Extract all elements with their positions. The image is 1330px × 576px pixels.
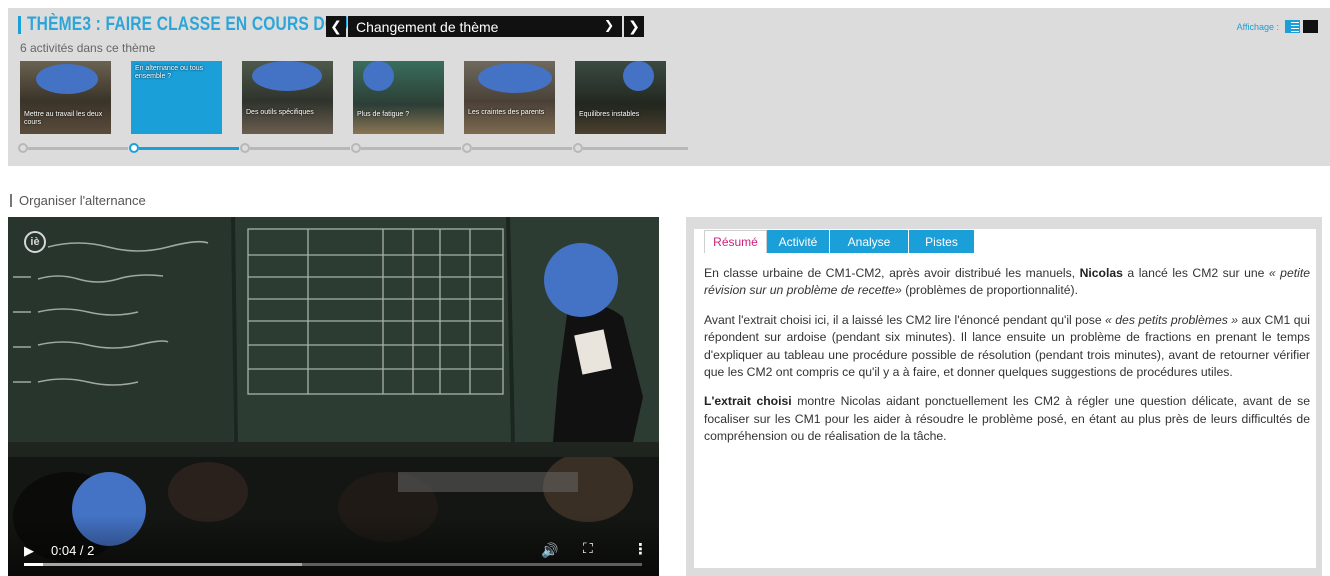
- activity-thumb-3[interactable]: Des outils spécifiques: [242, 61, 333, 134]
- summary-quote: « des petits problèmes »: [1105, 312, 1239, 327]
- teacher-name: Nicolas: [1079, 266, 1123, 280]
- section-title: Organiser l'alternance: [19, 193, 146, 208]
- theme-select[interactable]: Changement de thème ❯: [348, 16, 622, 37]
- progress-segment: [583, 147, 688, 150]
- chevron-right-icon[interactable]: ❯: [624, 16, 644, 37]
- theme-header: THÈME3 : FAIRE CLASSE EN COURS DOUBLE ❮ …: [8, 8, 1330, 166]
- activity-label: Equilibres instables: [579, 111, 640, 118]
- activity-thumbnails: Mettre au travail les deux cours En alte…: [20, 61, 666, 134]
- progress-segment: [472, 147, 572, 150]
- theme-navigation: ❮ Changement de thème ❯ ❯: [326, 16, 644, 37]
- progress-dot[interactable]: [351, 143, 361, 153]
- info-panel-content: Résumé Activité Analyse Pistes En classe…: [694, 229, 1316, 568]
- activity-thumb-2[interactable]: En alternance ou tous ensemble ?: [131, 61, 222, 134]
- summary-text-span: montre Nicolas aidant ponctuellement les…: [704, 394, 1310, 444]
- video-player[interactable]: iè ▶ 0:04 / 2 🔊 ⛶ ⋮: [8, 217, 659, 576]
- more-options-icon[interactable]: ⋮: [633, 540, 648, 558]
- activity-thumb-4[interactable]: Plus de fatigue ?: [353, 61, 444, 134]
- progress-dot-active[interactable]: [129, 143, 139, 153]
- tab-analyse[interactable]: Analyse: [830, 230, 909, 253]
- activity-label: Plus de fatigue ?: [357, 111, 410, 118]
- summary-text-span: a lancé les CM2 sur une: [1122, 266, 1269, 280]
- play-icon[interactable]: ▶: [24, 543, 34, 559]
- summary-text-span: En classe urbaine de CM1-CM2, après avoi…: [704, 266, 1080, 280]
- video-seek-bar[interactable]: [24, 563, 642, 566]
- video-time: 0:04 / 2: [51, 543, 95, 558]
- redaction-blob: [252, 61, 322, 91]
- summary-text-span: (problèmes de proportionnalité).: [901, 283, 1078, 298]
- summary-text: En classe urbaine de CM1-CM2, après avoi…: [704, 265, 1310, 458]
- summary-paragraph-3: L'extrait choisi montre Nicolas aidant p…: [704, 393, 1310, 445]
- progress-segment: [28, 147, 128, 150]
- chevron-down-icon: ❯: [603, 18, 614, 32]
- summary-text-span: Avant l'extrait choisi ici, il a laissé …: [704, 312, 1106, 327]
- theme-select-value: Changement de thème: [356, 18, 499, 35]
- redaction-blob: [36, 64, 98, 94]
- activity-label: Les craintes des parents: [468, 109, 545, 116]
- title-accent-bar: [18, 16, 21, 34]
- summary-paragraph-1: En classe urbaine de CM1-CM2, après avoi…: [704, 265, 1310, 300]
- summary-highlight: L'extrait choisi: [704, 394, 792, 409]
- display-label: Affichage :: [1236, 21, 1279, 32]
- summary-paragraph-2: Avant l'extrait choisi ici, il a laissé …: [704, 312, 1310, 382]
- grid-view-icon[interactable]: [1303, 20, 1318, 33]
- activity-progress-track: [18, 143, 688, 153]
- display-toggle: Affichage :: [1237, 20, 1318, 33]
- progress-dot[interactable]: [462, 143, 472, 153]
- tab-pistes[interactable]: Pistes: [909, 230, 975, 253]
- video-progress-fill: [24, 563, 43, 566]
- section-accent-bar: [10, 194, 12, 207]
- activity-thumb-1[interactable]: Mettre au travail les deux cours: [20, 61, 111, 134]
- progress-dot[interactable]: [573, 143, 583, 153]
- video-buffer-fill: [24, 563, 303, 566]
- chevron-left-icon[interactable]: ❮: [326, 16, 346, 37]
- activity-thumb-6[interactable]: Equilibres instables: [575, 61, 666, 134]
- progress-dot[interactable]: [18, 143, 28, 153]
- progress-dot[interactable]: [240, 143, 250, 153]
- progress-segment-active: [139, 147, 239, 150]
- redaction-blob: [363, 61, 394, 91]
- activities-count: 6 activités dans ce thème: [20, 41, 156, 55]
- activity-label: En alternance ou tous ensemble ?: [135, 65, 204, 80]
- info-tabs: Résumé Activité Analyse Pistes: [704, 230, 975, 253]
- tab-resume[interactable]: Résumé: [704, 230, 767, 253]
- channel-logo: iè: [24, 231, 46, 253]
- volume-icon[interactable]: 🔊: [541, 542, 558, 559]
- progress-segment: [250, 147, 350, 150]
- redaction-blob: [544, 243, 618, 317]
- fullscreen-icon[interactable]: ⛶: [583, 540, 593, 557]
- activity-label: Des outils spécifiques: [246, 109, 314, 116]
- redaction-blob: [478, 63, 552, 93]
- section-heading: Organiser l'alternance: [10, 193, 146, 208]
- video-controls: ▶ 0:04 / 2 🔊 ⛶ ⋮: [8, 516, 659, 576]
- info-panel: Résumé Activité Analyse Pistes En classe…: [686, 217, 1322, 576]
- list-view-icon[interactable]: [1285, 20, 1300, 33]
- redaction-blob: [623, 61, 654, 91]
- activity-label: Mettre au travail les deux cours: [24, 111, 103, 126]
- activity-thumb-5[interactable]: Les craintes des parents: [464, 61, 555, 134]
- tab-activite[interactable]: Activité: [767, 230, 830, 253]
- progress-segment: [361, 147, 461, 150]
